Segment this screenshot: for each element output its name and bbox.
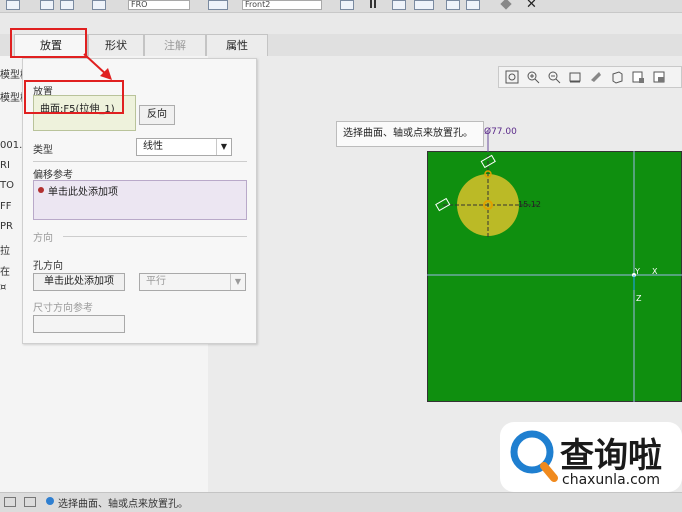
offset-dimension[interactable]: 15.12	[518, 200, 541, 209]
ribbon-icon[interactable]	[414, 0, 434, 10]
selection-tooltip: 选择曲面、轴或点来放置孔。	[336, 121, 484, 147]
tree-item[interactable]: TO	[0, 180, 14, 191]
annotation-arrow	[83, 53, 112, 80]
watermark-brand: 查询啦	[560, 436, 662, 476]
named-view-icon[interactable]	[610, 70, 624, 84]
zoom-fit-icon[interactable]	[505, 70, 519, 84]
ribbon-field-left[interactable]: FRO	[128, 0, 190, 10]
close-icon[interactable]: ✕	[526, 0, 537, 12]
type-label: 类型	[33, 145, 53, 156]
parallel-dropdown[interactable]: 平行 ▼	[139, 273, 246, 291]
saved-views-icon[interactable]	[631, 70, 645, 84]
zoom-in-icon[interactable]	[526, 70, 540, 84]
highlight-tab-box	[10, 28, 87, 58]
tab-properties[interactable]: 属性	[206, 34, 268, 56]
tree-item[interactable]: 在	[0, 263, 10, 278]
offset-ref-collector[interactable]: 单击此处添加项	[33, 180, 247, 220]
offset-ref-item[interactable]: 单击此处添加项	[48, 183, 118, 198]
flip-button[interactable]: 反向	[139, 105, 175, 125]
tree-item[interactable]: FF	[0, 201, 12, 212]
status-bar: 选择曲面、轴或点来放置孔。	[0, 492, 682, 512]
diameter-dimension[interactable]: Ø77.00	[484, 127, 517, 137]
diamond-icon[interactable]	[500, 0, 512, 10]
ribbon-icon[interactable]	[466, 0, 480, 10]
highlight-collector-box	[24, 80, 124, 114]
direction-label: 方向	[33, 233, 53, 244]
ribbon-strip: FRO Front2 ✕	[0, 0, 682, 13]
axis-y-label: Y	[635, 267, 640, 276]
type-value: 线性	[143, 141, 163, 152]
ribbon-icon[interactable]	[446, 0, 460, 10]
display-style-icon[interactable]	[652, 70, 666, 84]
status-icon[interactable]	[24, 497, 36, 507]
chevron-down-icon: ▼	[216, 139, 231, 155]
tree-item[interactable]: ¤	[0, 282, 6, 293]
dim-ref-label: 尺寸方向参考	[33, 303, 93, 314]
dim-ref-collector[interactable]	[33, 315, 125, 333]
parallel-value: 平行	[146, 276, 166, 287]
chevron-down-icon: ▼	[230, 274, 245, 290]
magnifier-logo-icon	[510, 430, 558, 482]
axis-z-label: Z	[636, 294, 642, 303]
divider	[33, 161, 247, 162]
type-dropdown[interactable]: 线性 ▼	[136, 138, 232, 156]
offset-ref-label: 偏移参考	[33, 170, 73, 181]
ribbon-icon[interactable]	[60, 0, 74, 10]
info-icon	[46, 497, 54, 505]
hole-preview	[427, 130, 682, 402]
hole-dir-label: 孔方向	[33, 261, 63, 272]
ribbon-icon[interactable]	[92, 0, 106, 10]
ribbon-icon[interactable]	[40, 0, 54, 10]
watermark-url: chaxunla.com	[562, 472, 660, 488]
view-toolbar	[498, 66, 682, 88]
hole-dir-collector[interactable]: 单击此处添加项	[33, 273, 125, 291]
status-message: 选择曲面、轴或点来放置孔。	[58, 499, 188, 510]
divider	[63, 236, 247, 237]
ribbon-icon[interactable]	[340, 0, 354, 10]
status-icon[interactable]	[4, 497, 16, 507]
watermark-logo: 查询啦 chaxunla.com	[500, 422, 682, 492]
tree-item[interactable]: 拉	[0, 242, 10, 257]
ribbon-icon[interactable]	[6, 0, 20, 10]
axis-x-label: X	[652, 267, 658, 276]
required-dot-icon	[38, 187, 44, 193]
ribbon-icon[interactable]	[392, 0, 406, 10]
pause-icon[interactable]	[370, 0, 376, 8]
tree-item[interactable]: PR	[0, 221, 13, 232]
zoom-out-icon[interactable]	[547, 70, 561, 84]
repaint-icon[interactable]	[568, 70, 582, 84]
ribbon-icon[interactable]	[208, 0, 228, 10]
tab-annotation[interactable]: 注解	[144, 34, 206, 56]
tree-item[interactable]: RI	[0, 160, 10, 171]
ribbon-field-right[interactable]: Front2	[242, 0, 322, 10]
spin-center-icon[interactable]	[589, 70, 603, 84]
